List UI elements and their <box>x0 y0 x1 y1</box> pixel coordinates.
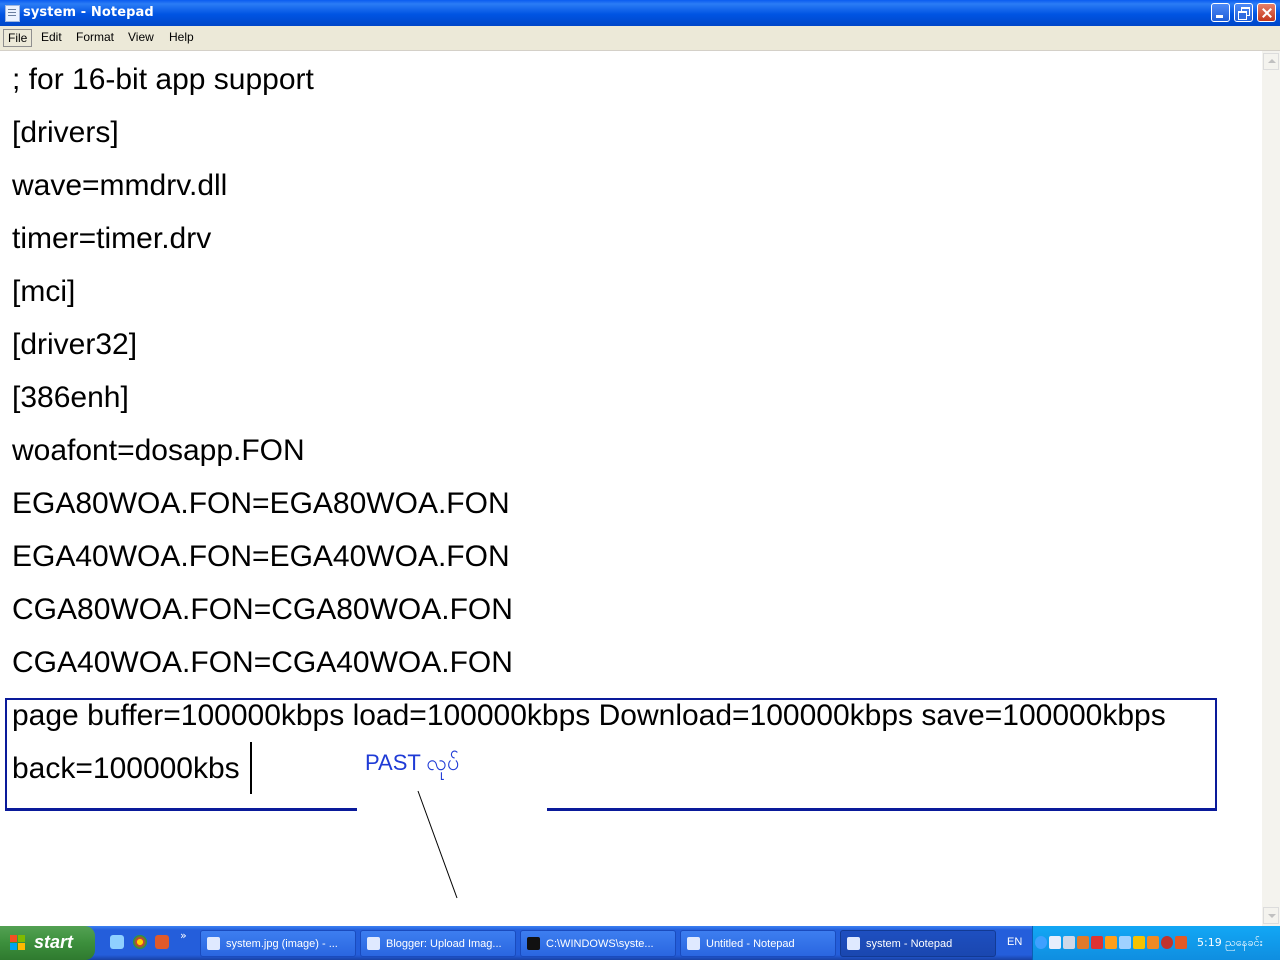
taskbar-item[interactable]: Untitled - Notepad <box>680 930 836 957</box>
notepad-icon <box>847 937 860 950</box>
taskbar-item-label: system.jpg (image) - ... <box>226 938 338 950</box>
taskbar-item-active[interactable]: system - Notepad <box>840 930 996 957</box>
taskbar-item[interactable]: Blogger: Upload Imag... <box>360 930 516 957</box>
ie-icon <box>367 937 380 950</box>
clock: 5:19 ညနေခင်း <box>1197 936 1263 949</box>
taskbar-item-label: Untitled - Notepad <box>706 938 795 950</box>
taskbar-item[interactable]: C:\WINDOWS\syste... <box>520 930 676 957</box>
quicklaunch-more-icon[interactable]: » <box>180 929 187 942</box>
tray-app-icon[interactable] <box>1161 936 1173 949</box>
ie-icon <box>207 937 220 950</box>
notepad-icon <box>687 937 700 950</box>
display-icon[interactable] <box>1063 936 1075 949</box>
volume-icon[interactable] <box>1119 936 1131 949</box>
antivirus-icon[interactable] <box>1091 936 1103 949</box>
expand-tray-icon[interactable] <box>1035 936 1047 949</box>
cmd-icon <box>527 937 540 950</box>
taskbar-item[interactable]: system.jpg (image) - ... <box>200 930 356 957</box>
messenger-icon[interactable] <box>1133 936 1145 949</box>
start-label: start <box>34 932 74 952</box>
tray-app-icon[interactable] <box>1175 936 1187 949</box>
taskbar-item-label: system - Notepad <box>866 938 953 950</box>
taskbar: start » system.jpg (image) - ... Blogger… <box>0 926 1280 960</box>
mail-icon[interactable] <box>155 935 169 949</box>
network-icon[interactable] <box>1105 936 1117 949</box>
taskbar-item-label: Blogger: Upload Imag... <box>386 938 502 950</box>
annotation-pointer-line <box>417 790 458 899</box>
language-indicator[interactable]: EN <box>1007 936 1022 948</box>
tray-app-icon[interactable] <box>1147 936 1159 949</box>
mouse-icon[interactable] <box>1049 936 1061 949</box>
chrome-icon[interactable] <box>133 935 147 949</box>
start-button[interactable]: start <box>0 926 95 960</box>
taskbar-item-label: C:\WINDOWS\syste... <box>546 938 654 950</box>
tray-app-icon[interactable] <box>1077 936 1089 949</box>
windows-logo-icon <box>10 935 26 951</box>
show-desktop-icon[interactable] <box>110 935 124 949</box>
